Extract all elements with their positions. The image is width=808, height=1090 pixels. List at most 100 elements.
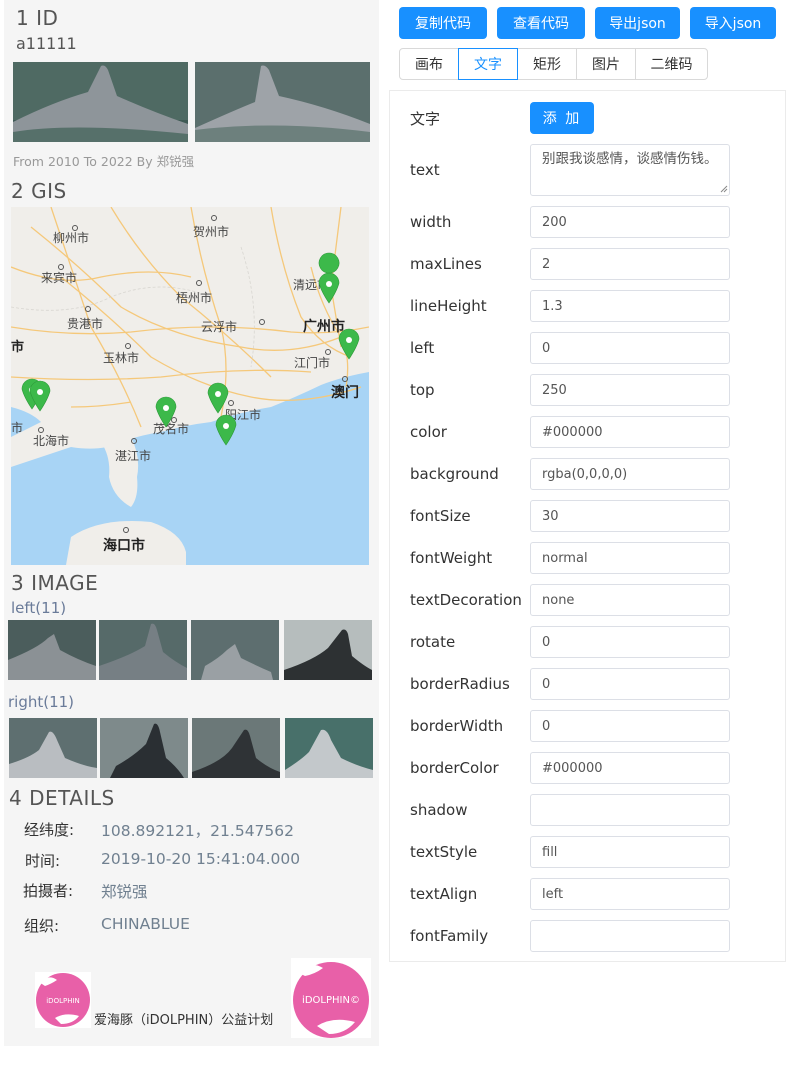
- color-input[interactable]: #000000: [530, 416, 730, 448]
- field-label-background: background: [410, 465, 499, 483]
- top-input[interactable]: 250: [530, 374, 730, 406]
- field-label-bordercolor: borderColor: [410, 759, 499, 777]
- right-thumbnail[interactable]: [9, 718, 97, 778]
- field-label-text: text: [410, 161, 440, 179]
- gis-map[interactable]: 柳州市 贺州市 来宾市 梧州市 清远市 贵港市 云浮市 广州市 市 玉林市 江门…: [11, 207, 369, 565]
- map-city-label: 海口市: [103, 537, 145, 554]
- map-city-label: 北海市: [33, 433, 69, 448]
- element-type-tabs: 画布 文字 矩形 图片 二维码: [399, 48, 708, 80]
- field-label-borderwidth: borderWidth: [410, 717, 504, 735]
- left-thumbnail[interactable]: [191, 620, 279, 680]
- field-label-textalign: textAlign: [410, 885, 478, 903]
- fontfamily-input[interactable]: [530, 920, 730, 952]
- map-city-label: 贵港市: [67, 316, 103, 331]
- tab-image[interactable]: 图片: [576, 48, 636, 80]
- left-thumbnail[interactable]: [99, 620, 187, 680]
- left-thumbnail[interactable]: [8, 620, 96, 680]
- textstyle-input[interactable]: fill: [530, 836, 730, 868]
- add-text-button[interactable]: 添 加: [530, 102, 594, 134]
- detail-value: 2019-10-20 15:41:04.000: [101, 850, 301, 868]
- field-label-borderradius: borderRadius: [410, 675, 510, 693]
- detail-value: 108.892121，21.547562: [101, 822, 295, 840]
- map-city-label: 市: [11, 339, 24, 355]
- id-photo-left[interactable]: [13, 62, 188, 142]
- field-label-top: top: [410, 381, 435, 399]
- borderwidth-input[interactable]: 0: [530, 710, 730, 742]
- section-details-title: 4 DETAILS: [9, 786, 115, 810]
- fontweight-input[interactable]: normal: [530, 542, 730, 574]
- form-header-label: 文字: [410, 110, 441, 128]
- field-label-color: color: [410, 423, 447, 441]
- map-city-label: 茂名市: [153, 421, 189, 436]
- borderradius-input[interactable]: 0: [530, 668, 730, 700]
- id-caption: From 2010 To 2022 By 郑锐强: [13, 154, 195, 169]
- left-panel: 1 ID a11111 From 2010 To 2022 By 郑锐强 2 G…: [4, 0, 379, 1046]
- copy-code-button[interactable]: 复制代码: [399, 7, 487, 39]
- detail-label: 组织:: [24, 917, 60, 935]
- rotate-input[interactable]: 0: [530, 626, 730, 658]
- text-input[interactable]: 别跟我谈感情，谈感情伤钱。: [530, 144, 730, 196]
- tab-qrcode[interactable]: 二维码: [635, 48, 708, 80]
- import-json-button[interactable]: 导入json: [690, 7, 776, 39]
- field-label-width: width: [410, 213, 452, 231]
- field-label-textstyle: textStyle: [410, 843, 478, 861]
- maxlines-input[interactable]: 2: [530, 248, 730, 280]
- map-city-label: 广州市: [303, 318, 345, 335]
- left-input[interactable]: 0: [530, 332, 730, 364]
- background-input[interactable]: rgba(0,0,0,0): [530, 458, 730, 490]
- view-code-button[interactable]: 查看代码: [497, 7, 585, 39]
- section-id-title: 1 ID: [16, 6, 59, 30]
- map-city-label: 市: [11, 420, 23, 435]
- detail-label: 时间:: [25, 852, 61, 870]
- idolphin-logo-small: iDOLPHIN: [35, 972, 91, 1028]
- map-city-label: 贺州市: [193, 224, 229, 239]
- fontsize-input[interactable]: 30: [530, 500, 730, 532]
- id-value: a11111: [16, 34, 77, 53]
- detail-value: 郑锐强: [101, 883, 148, 901]
- map-city-label: 玉林市: [103, 350, 139, 365]
- field-label-rotate: rotate: [410, 633, 456, 651]
- right-thumbnail[interactable]: [285, 718, 373, 778]
- tab-text[interactable]: 文字: [458, 48, 518, 80]
- map-city-label: 来宾市: [41, 270, 77, 285]
- field-label-maxlines: maxLines: [410, 255, 482, 273]
- field-label-textdecoration: textDecoration: [410, 591, 522, 609]
- map-city-label: 梧州市: [176, 290, 212, 305]
- footer-text: 爱海豚（iDOLPHIN）公益计划: [94, 1013, 274, 1028]
- export-json-button[interactable]: 导出json: [595, 7, 680, 39]
- left-images-label: left(11): [11, 599, 67, 617]
- lineheight-input[interactable]: 1.3: [530, 290, 730, 322]
- id-photo-right[interactable]: [195, 62, 370, 142]
- right-thumbnail[interactable]: [100, 718, 188, 778]
- textalign-input[interactable]: left: [530, 878, 730, 910]
- map-city-label: 柳州市: [53, 230, 89, 245]
- svg-text:iDOLPHIN©: iDOLPHIN©: [302, 995, 360, 1006]
- textdecoration-input[interactable]: none: [530, 584, 730, 616]
- section-image-title: 3 IMAGE: [11, 571, 99, 595]
- field-label-fontsize: fontSize: [410, 507, 471, 525]
- map-city-label: 江门市: [294, 355, 330, 370]
- width-input[interactable]: 200: [530, 206, 730, 238]
- field-label-left: left: [410, 339, 435, 357]
- tab-canvas[interactable]: 画布: [399, 48, 459, 80]
- field-label-fontweight: fontWeight: [410, 549, 493, 567]
- left-thumbnail[interactable]: [284, 620, 372, 680]
- section-gis-title: 2 GIS: [11, 179, 67, 203]
- tab-rect[interactable]: 矩形: [517, 48, 577, 80]
- field-label-lineheight: lineHeight: [410, 297, 487, 315]
- right-thumbnail[interactable]: [192, 718, 280, 778]
- field-label-shadow: shadow: [410, 801, 468, 819]
- detail-label: 经纬度:: [24, 821, 75, 839]
- bordercolor-input[interactable]: #000000: [530, 752, 730, 784]
- field-label-fontfamily: fontFamily: [410, 927, 489, 945]
- map-city-label: 湛江市: [115, 448, 151, 463]
- shadow-input[interactable]: [530, 794, 730, 826]
- map-city-label: 澳门: [331, 384, 359, 401]
- svg-text:iDOLPHIN: iDOLPHIN: [46, 997, 80, 1005]
- detail-label: 拍摄者:: [23, 882, 74, 900]
- text-properties-panel: 文字 添 加 text 别跟我谈感情，谈感情伤钱。 width 200 maxLin…: [389, 90, 786, 962]
- resize-grip-icon[interactable]: [720, 185, 728, 193]
- idolphin-logo-large: iDOLPHIN©: [291, 958, 371, 1038]
- right-images-label: right(11): [8, 693, 75, 711]
- detail-value: CHINABLUE: [101, 915, 190, 933]
